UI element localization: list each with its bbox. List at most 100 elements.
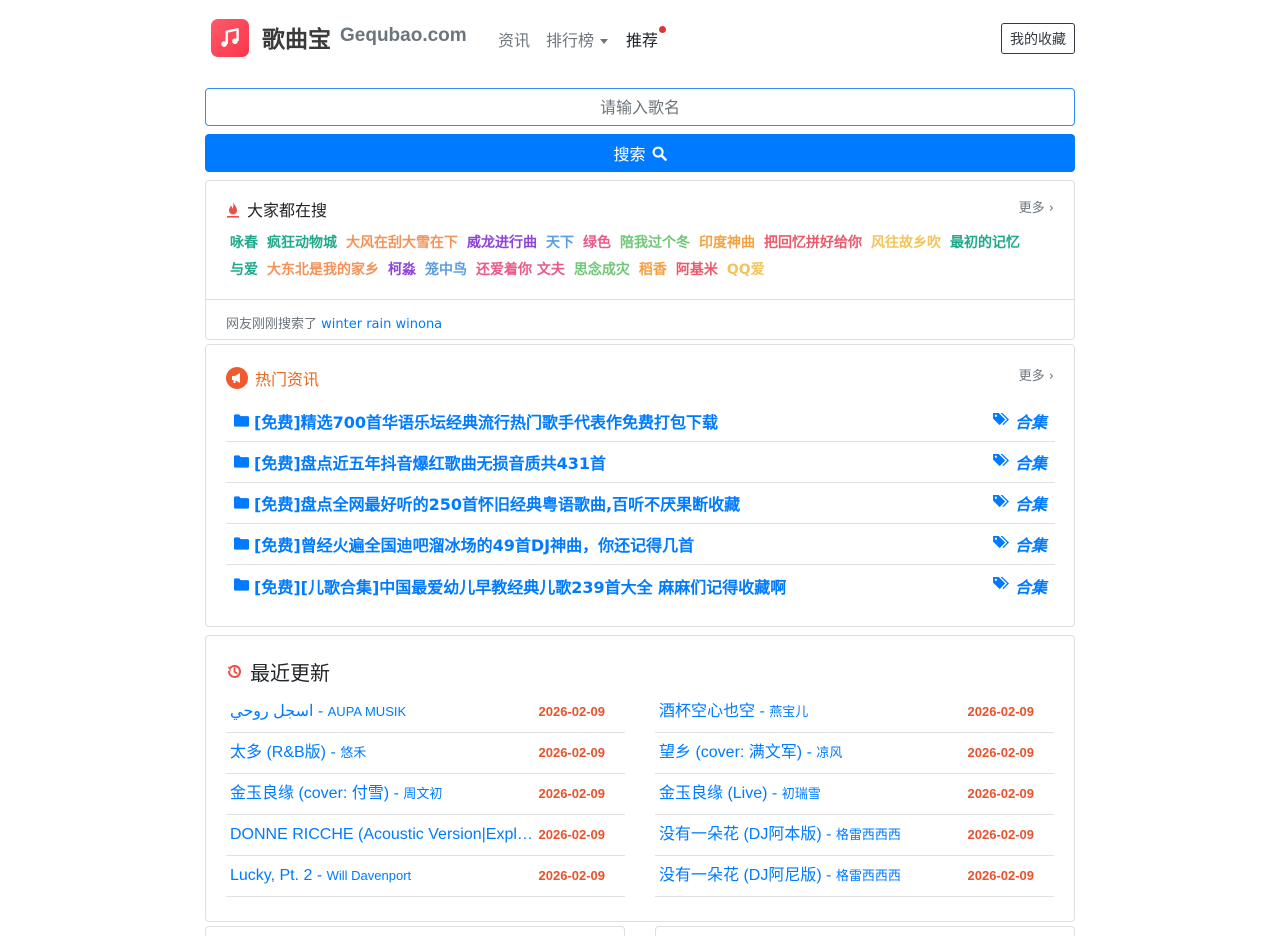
hot-tag-link[interactable]: 大风在刮大雪在下 [346, 235, 458, 251]
song-link[interactable]: DONNE RICCHE (Acoustic Version|Explicit) [230, 815, 534, 855]
hot-tag-link[interactable]: 思念成灾 [574, 262, 630, 278]
news-title-link[interactable]: [免费]曾经火遍全国迪吧溜冰场的49首DJ神曲，你还记得几首 [234, 532, 694, 556]
song-link[interactable]: 金玉良缘 (Live) - 初瑞雪 [659, 774, 963, 814]
hot-tag-link[interactable]: 陪我过个冬 [620, 235, 690, 251]
news-tag-link[interactable]: 合集 [993, 574, 1047, 598]
hot-news-header: 热门资讯 [226, 366, 319, 390]
search-button[interactable]: 搜索 [205, 134, 1075, 172]
tags-icon [993, 453, 1010, 472]
megaphone-icon [226, 367, 248, 389]
hot-tag-list: 咏春 疯狂动物城 大风在刮大雪在下 威龙进行曲 天下 绿色 陪我过个冬 印度神曲 把回忆拼好给你… [230, 230, 1060, 284]
next-card-left [205, 926, 625, 936]
song-title: 没有一朵花 (DJ阿尼版) [659, 867, 822, 884]
recent-item: 没有一朵花 (DJ阿本版) - 格雷西西西 2026-02-09 [655, 815, 1054, 856]
brand-name[interactable]: 歌曲宝 [262, 20, 331, 54]
tags-icon [993, 412, 1010, 431]
next-card-right [655, 926, 1075, 936]
hot-tag-link[interactable]: 笼中鸟 [425, 262, 467, 278]
hot-search-card: 大家都在搜 更多 › 咏春 疯狂动物城 大风在刮大雪在下 威龙进行曲 天下 绿色 陪我过个冬… [205, 180, 1075, 340]
news-title-link[interactable]: [免费]盘点近五年抖音爆红歌曲无损音质共431首 [234, 450, 606, 474]
update-date: 2026-02-09 [967, 745, 1035, 760]
song-title: 酒杯空心也空 [659, 703, 756, 720]
hot-tag-link[interactable]: 疯狂动物城 [267, 235, 337, 251]
news-tag-link[interactable]: 合集 [993, 450, 1047, 474]
song-link[interactable]: Lucky, Pt. 2 - Will Davenport [230, 856, 534, 896]
recent-search-footer: 网友刚刚搜索了 winter rain winona [206, 299, 1074, 340]
music-note-logo-icon[interactable] [211, 19, 249, 57]
nav-rank-label: 排行榜 [546, 31, 595, 50]
update-date: 2026-02-09 [538, 745, 606, 760]
news-tag-text: 合集 [1014, 536, 1047, 555]
song-link[interactable]: 没有一朵花 (DJ阿尼版) - 格雷西西西 [659, 856, 963, 896]
news-title-text: [免费]精选700首华语乐坛经典流行热门歌手代表作免费打包下载 [254, 413, 719, 432]
news-tag-link[interactable]: 合集 [993, 532, 1047, 556]
song-title: 金玉良缘 (cover: 付雪) [230, 785, 390, 802]
hot-tag-link[interactable]: 大东北是我的家乡 [267, 262, 379, 278]
hot-tag-link[interactable]: 还爱着你 文夫 [476, 262, 565, 278]
update-date: 2026-02-09 [967, 704, 1035, 719]
song-link[interactable]: اسجل روحي - AUPA MUSIK [230, 692, 534, 732]
news-title-link[interactable]: [免费][儿歌合集]中国最爱幼儿早教经典儿歌239首大全 麻麻们记得收藏啊 [234, 574, 786, 598]
update-date: 2026-02-09 [538, 704, 606, 719]
song-link[interactable]: 太多 (R&B版) - 悠禾 [230, 733, 534, 773]
hot-tag-link[interactable]: 柯淼 [388, 262, 416, 278]
folder-icon [234, 535, 249, 554]
hot-tag-link[interactable]: 天下 [546, 235, 574, 251]
recent-search-link[interactable]: winter rain winona [321, 317, 442, 332]
nav-rank-dropdown[interactable]: 排行榜 [546, 27, 609, 51]
favorites-button[interactable]: 我的收藏 [1001, 23, 1075, 54]
hot-tag-link[interactable]: 印度神曲 [699, 235, 755, 251]
hot-news-more-link[interactable]: 更多 › [1019, 365, 1054, 384]
song-title: اسجل روحي [230, 703, 314, 720]
folder-icon [234, 453, 249, 472]
song-title: 太多 (R&B版) [230, 744, 327, 761]
hot-tag-link[interactable]: 稻香 [639, 262, 667, 278]
nav-news[interactable]: 资讯 [498, 27, 530, 51]
recent-updates-header: 最近更新 [226, 657, 330, 686]
news-title-text: [免费]曾经火遍全国迪吧溜冰场的49首DJ神曲，你还记得几首 [254, 536, 695, 555]
news-title-link[interactable]: [免费]精选700首华语乐坛经典流行热门歌手代表作免费打包下载 [234, 409, 718, 433]
song-link[interactable]: 没有一朵花 (DJ阿本版) - 格雷西西西 [659, 815, 963, 855]
hot-tag-link[interactable]: 风往故乡吹 [871, 235, 941, 251]
recent-item: اسجل روحي - AUPA MUSIK 2026-02-09 [226, 692, 625, 733]
news-title-text: [免费]盘点全网最好听的250首怀旧经典粤语歌曲,百听不厌果断收藏 [254, 495, 741, 514]
news-item: [免费]曾经火遍全国迪吧溜冰场的49首DJ神曲，你还记得几首 合集 [226, 524, 1055, 565]
song-title: DONNE RICCHE (Acoustic Version|Explicit) [230, 826, 534, 843]
hot-tag-link[interactable]: 与爱 [230, 262, 258, 278]
hot-tag-link[interactable]: 把回忆拼好给你 [764, 235, 862, 251]
nav-recommend-label: 推荐 [626, 31, 659, 50]
update-date: 2026-02-09 [967, 868, 1035, 883]
hot-tag-link[interactable]: 绿色 [583, 235, 611, 251]
news-item: [免费]精选700首华语乐坛经典流行热门歌手代表作免费打包下载 合集 [226, 401, 1055, 442]
hot-tag-link[interactable]: QQ爱 [727, 262, 765, 278]
notification-dot [659, 26, 666, 33]
hot-tag-link[interactable]: 最初的记忆 [950, 235, 1020, 251]
hot-search-title: 大家都在搜 [247, 201, 328, 220]
news-tag-link[interactable]: 合集 [993, 491, 1047, 515]
hot-news-list: [免费]精选700首华语乐坛经典流行热门歌手代表作免费打包下载 合集 [免费]盘点近… [226, 401, 1055, 606]
folder-icon [234, 576, 249, 595]
hot-tag-link[interactable]: 阿基米 [676, 262, 718, 278]
news-title-link[interactable]: [免费]盘点全网最好听的250首怀旧经典粤语歌曲,百听不厌果断收藏 [234, 491, 740, 515]
news-tag-text: 合集 [1014, 413, 1047, 432]
song-artist: 格雷西西西 [835, 827, 901, 842]
hot-search-more-link[interactable]: 更多 › [1019, 197, 1054, 216]
tags-icon [993, 576, 1010, 595]
song-link[interactable]: 望乡 (cover: 满文军) - 凉风 [659, 733, 963, 773]
news-tag-link[interactable]: 合集 [993, 409, 1047, 433]
song-artist: 悠禾 [340, 745, 367, 760]
brand-domain[interactable]: Gequbao.com [340, 25, 467, 47]
folder-icon [234, 494, 249, 513]
search-input[interactable] [205, 88, 1075, 126]
song-link[interactable]: 酒杯空心也空 - 燕宝儿 [659, 692, 963, 732]
search-icon [652, 146, 667, 161]
tags-icon [993, 535, 1010, 554]
hot-news-title: 热门资讯 [255, 370, 320, 389]
nav-recommend[interactable]: 推荐 [626, 27, 658, 51]
recent-updates-title: 最近更新 [250, 661, 330, 685]
news-item: [免费]盘点全网最好听的250首怀旧经典粤语歌曲,百听不厌果断收藏 合集 [226, 483, 1055, 524]
song-link[interactable]: 金玉良缘 (cover: 付雪) - 周文初 [230, 774, 534, 814]
hot-tag-link[interactable]: 咏春 [230, 235, 258, 251]
news-tag-text: 合集 [1014, 495, 1047, 514]
hot-tag-link[interactable]: 威龙进行曲 [467, 235, 537, 251]
